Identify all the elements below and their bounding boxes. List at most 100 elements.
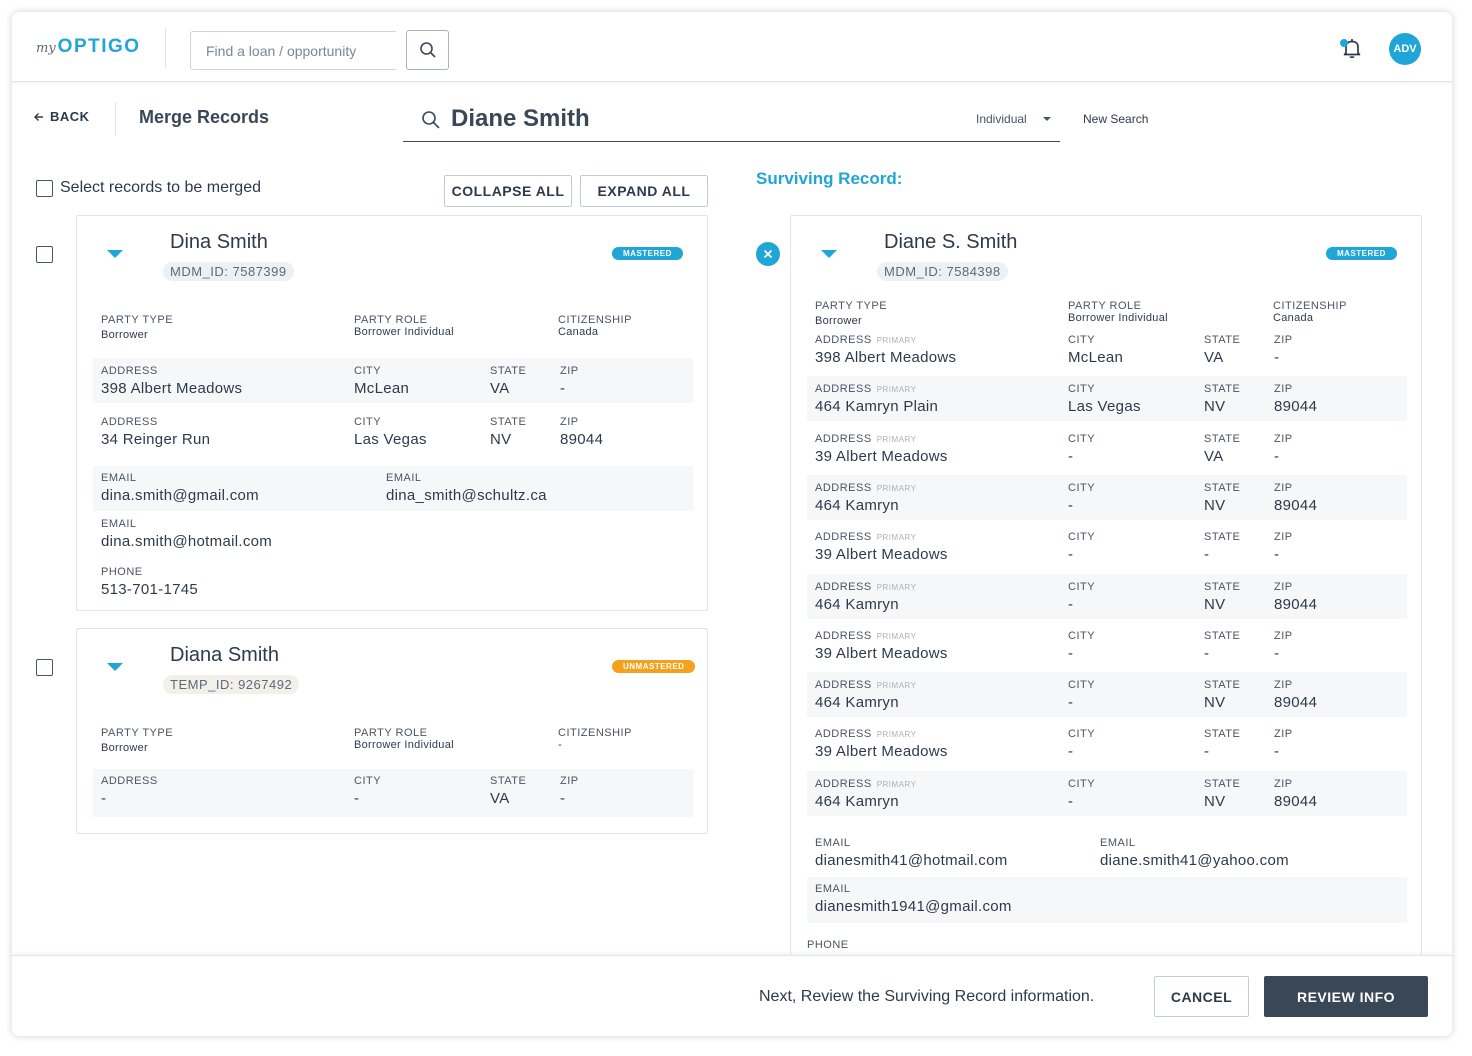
field-label: ADDRESS PRIMARY: [815, 383, 917, 395]
field-label-text: ADDRESS: [815, 482, 872, 494]
field-label: STATE: [1204, 383, 1241, 395]
record-search-field[interactable]: Diane Smith Individual: [403, 100, 1060, 142]
address-row: [93, 769, 693, 817]
status-badge: MASTERED: [612, 247, 683, 260]
city-value: McLean: [354, 380, 410, 397]
record-card: Dina Smith MDM_ID: 7587399 MASTERED PART…: [76, 215, 708, 611]
loan-search-input[interactable]: Find a loan / opportunity: [190, 31, 396, 70]
address-value: 34 Reinger Run: [101, 431, 211, 448]
surviving-record-card: Diane S. Smith MDM_ID: 7584398 MASTERED …: [790, 215, 1422, 975]
select-all-label: Select records to be merged: [60, 179, 261, 196]
field-label: CITY: [1068, 778, 1096, 790]
record-id: MDM_ID: 7584398: [877, 262, 1008, 281]
address-value: -: [101, 790, 107, 807]
field-label: CITY: [1068, 630, 1096, 642]
address-value: 464 Kamryn Plain: [815, 398, 939, 415]
field-label: STATE: [1204, 531, 1241, 543]
primary-tag: PRIMARY: [876, 780, 917, 789]
field-label: ADDRESS PRIMARY: [815, 630, 917, 642]
field-label: ZIP: [560, 416, 579, 428]
field-label: ZIP: [1274, 630, 1293, 642]
zip-value: -: [1274, 546, 1280, 563]
field-label: CITIZENSHIP: [558, 314, 632, 326]
record-card: Diana Smith TEMP_ID: 9267492 UNMASTERED …: [76, 628, 708, 834]
field-label: CITY: [354, 365, 382, 377]
surviving-record-title: Surviving Record:: [756, 169, 903, 188]
state-value: NV: [1204, 398, 1226, 415]
zip-value: -: [1274, 448, 1280, 465]
record-checkbox[interactable]: [36, 659, 53, 676]
chevron-down-icon[interactable]: [1043, 117, 1051, 121]
logo-prefix: my: [36, 41, 56, 56]
back-button[interactable]: BACK: [34, 109, 90, 124]
field-label: ADDRESS: [101, 365, 158, 377]
email-value: dina.smith@hotmail.com: [101, 533, 273, 550]
city-value: -: [1068, 596, 1074, 613]
party-role: Borrower Individual: [1068, 312, 1168, 324]
field-label: ZIP: [1274, 581, 1293, 593]
primary-tag: PRIMARY: [876, 583, 917, 592]
field-label: STATE: [490, 416, 527, 428]
arrow-left-icon: [34, 112, 43, 121]
zip-value: -: [1274, 645, 1280, 662]
email-value: dianesmith1941@gmail.com: [815, 898, 1012, 915]
zip-value: -: [1274, 743, 1280, 760]
field-label: PARTY ROLE: [354, 314, 428, 326]
field-label: ADDRESS PRIMARY: [815, 778, 917, 790]
zip-value: -: [560, 380, 566, 397]
field-label: CITIZENSHIP: [1273, 300, 1347, 312]
field-label: EMAIL: [815, 883, 851, 895]
primary-tag: PRIMARY: [876, 533, 917, 542]
zip-value: 89044: [1274, 596, 1318, 613]
field-label: ZIP: [1274, 728, 1293, 740]
collapse-all-button[interactable]: COLLAPSE ALL: [444, 175, 572, 207]
expand-all-button[interactable]: EXPAND ALL: [580, 175, 708, 207]
city-value: -: [1068, 694, 1074, 711]
logo[interactable]: my OPTIGO: [36, 36, 141, 60]
field-label: ADDRESS PRIMARY: [815, 433, 917, 445]
state-value: VA: [490, 790, 510, 807]
field-label: CITY: [1068, 581, 1096, 593]
chevron-down-icon[interactable]: [821, 250, 837, 258]
record-checkbox[interactable]: [36, 246, 53, 263]
review-info-button[interactable]: REVIEW INFO: [1264, 976, 1428, 1017]
field-label: ZIP: [1274, 383, 1293, 395]
field-label: CITIZENSHIP: [558, 727, 632, 739]
state-value: -: [1204, 546, 1210, 563]
search-icon: [419, 42, 436, 58]
state-value: NV: [1204, 793, 1226, 810]
city-value: Las Vegas: [1068, 398, 1141, 415]
address-value: 464 Kamryn: [815, 694, 899, 711]
avatar[interactable]: ADV: [1389, 33, 1421, 65]
city-value: -: [1068, 497, 1074, 514]
field-label: STATE: [1204, 778, 1241, 790]
field-label: STATE: [1204, 630, 1241, 642]
phone-value: 513-701-1745: [101, 581, 199, 598]
chevron-down-icon[interactable]: [107, 250, 123, 258]
address-value: 398 Albert Meadows: [101, 380, 243, 397]
field-label: EMAIL: [815, 837, 851, 849]
field-label: ADDRESS: [101, 775, 158, 787]
field-label-text: ADDRESS: [815, 778, 872, 790]
address-value: 464 Kamryn: [815, 497, 899, 514]
remove-surviving-button[interactable]: [756, 242, 780, 266]
search-icon: [422, 111, 440, 129]
city-value: McLean: [1068, 349, 1124, 366]
primary-tag: PRIMARY: [876, 484, 917, 493]
zip-value: -: [560, 790, 566, 807]
email-value: dianesmith41@hotmail.com: [815, 852, 1008, 869]
select-all-checkbox[interactable]: [36, 180, 53, 197]
field-label: ADDRESS: [101, 416, 158, 428]
email-value: diane.smith41@yahoo.com: [1100, 852, 1289, 869]
field-label: STATE: [1204, 581, 1241, 593]
field-label: EMAIL: [101, 472, 137, 484]
party-role: Borrower Individual: [354, 739, 454, 751]
chevron-down-icon[interactable]: [107, 663, 123, 671]
zip-value: 89044: [560, 431, 604, 448]
search-button[interactable]: [406, 30, 449, 70]
search-type-select[interactable]: Individual: [976, 112, 1027, 126]
cancel-button[interactable]: CANCEL: [1154, 976, 1249, 1017]
primary-tag: PRIMARY: [876, 730, 917, 739]
field-label: ZIP: [1274, 531, 1293, 543]
new-search-link[interactable]: New Search: [1083, 112, 1148, 126]
